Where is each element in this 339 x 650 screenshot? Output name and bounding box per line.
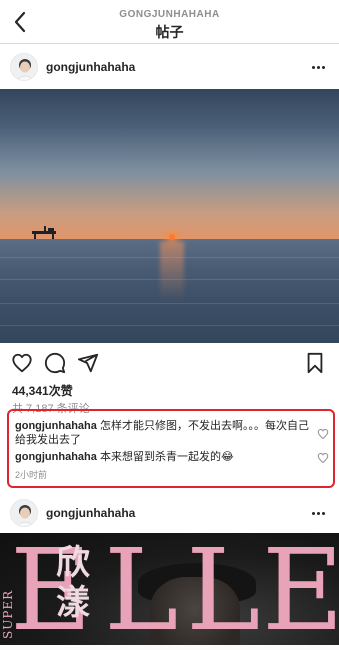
- more-options-button[interactable]: [307, 58, 329, 76]
- sun-reflection: [160, 241, 184, 301]
- avatar-image: [11, 500, 37, 526]
- cover-side-text: SUPER: [1, 589, 15, 639]
- next-post-image[interactable]: E L L E SUPER 欣漾: [0, 533, 339, 645]
- bookmark-icon[interactable]: [304, 352, 326, 374]
- more-icon-dot: [321, 511, 325, 515]
- bottom-tab-bar-edge: [0, 645, 339, 650]
- avatar[interactable]: [10, 499, 38, 527]
- post-username[interactable]: gongjunhahaha: [46, 60, 135, 74]
- avatar-image: [11, 54, 37, 80]
- magazine-logo-letter: E: [262, 533, 339, 645]
- sun: [169, 234, 175, 240]
- like-count[interactable]: 44,341次赞: [12, 382, 73, 399]
- account-handle: GONGJUNHAHAHA: [119, 9, 220, 20]
- heart-icon[interactable]: [11, 352, 33, 374]
- post-image[interactable]: [0, 89, 339, 343]
- cover-chinese-title: 欣漾: [56, 543, 90, 623]
- more-icon: [311, 511, 315, 515]
- comment-like-heart-icon[interactable]: [317, 452, 329, 464]
- top-nav-bar: GONGJUNHAHAHA 帖子: [0, 0, 339, 44]
- magazine-logo-letter: L: [186, 533, 261, 645]
- comment-text: 本来想留到杀青一起发的😂: [96, 451, 234, 463]
- page-title: 帖子: [155, 24, 184, 40]
- photo-ripple: [0, 303, 339, 304]
- post-actions: [0, 349, 339, 377]
- comment-1: gongjunhahaha 怎样才能只修图，不发出去啊。。。每次自己给我发出去了: [15, 419, 315, 447]
- avatar[interactable]: [10, 53, 38, 81]
- more-options-button[interactable]: [307, 504, 329, 522]
- share-icon[interactable]: [77, 352, 99, 374]
- highlighted-comments: gongjunhahaha 怎样才能只修图，不发出去啊。。。每次自己给我发出去了…: [7, 409, 335, 488]
- post-header: gongjunhahaha: [0, 50, 339, 84]
- more-icon: [311, 65, 315, 69]
- oil-rig-silhouette: [32, 226, 56, 239]
- comment-icon[interactable]: [44, 352, 66, 374]
- post-timestamp: 2小时前: [15, 470, 48, 480]
- more-icon-dot: [316, 511, 320, 515]
- more-icon-dot: [321, 65, 325, 69]
- photo-sky: [0, 89, 339, 239]
- more-icon-dot: [316, 65, 320, 69]
- comment-username[interactable]: gongjunhahaha: [15, 451, 97, 463]
- comment-username[interactable]: gongjunhahaha: [15, 420, 97, 432]
- comment-like-heart-icon[interactable]: [317, 428, 329, 440]
- photo-ripple: [0, 325, 339, 326]
- magazine-logo-letter: L: [104, 533, 179, 645]
- next-post-username[interactable]: gongjunhahaha: [46, 506, 135, 520]
- next-post-header: gongjunhahaha: [0, 496, 339, 530]
- comment-2: gongjunhahaha 本来想留到杀青一起发的😂: [15, 450, 315, 464]
